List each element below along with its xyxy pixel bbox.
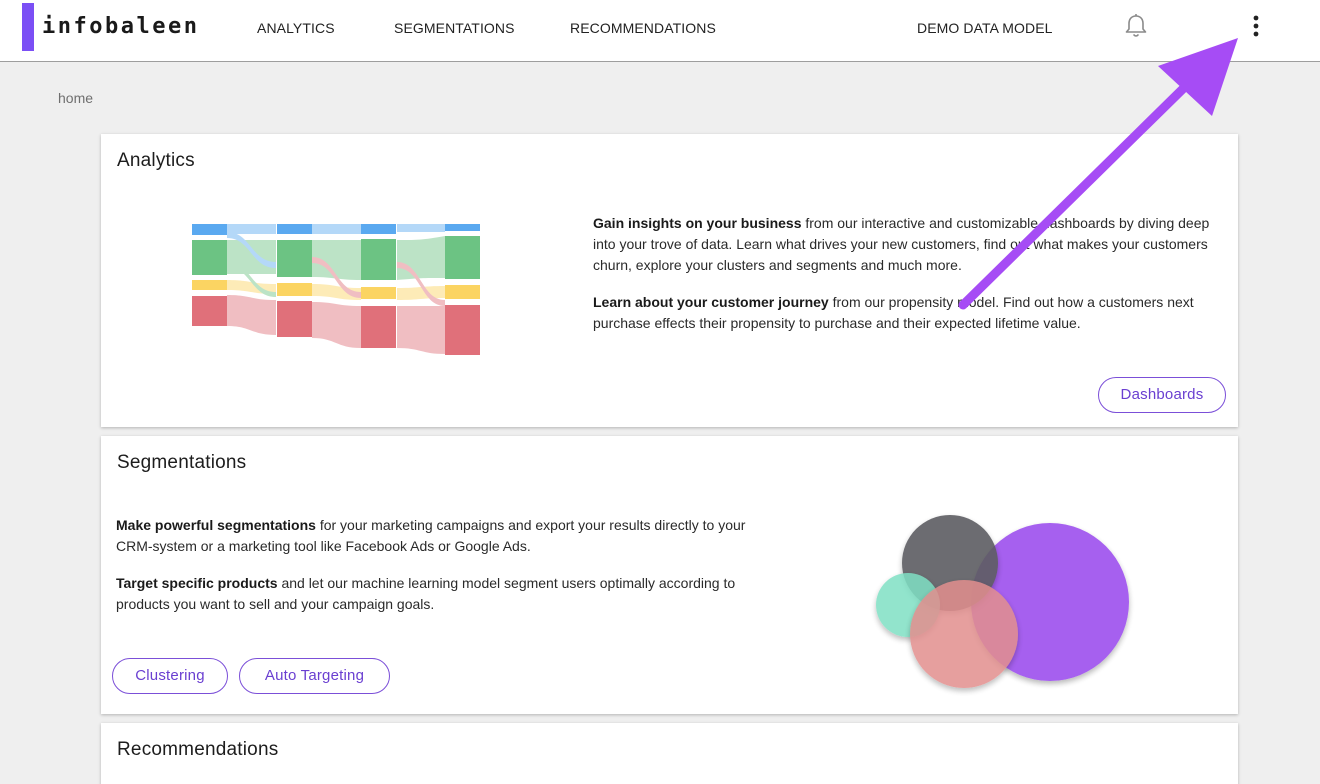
auto-targeting-button[interactable]: Auto Targeting xyxy=(239,658,390,694)
logo-accent-bar xyxy=(22,3,34,51)
segmentations-p1-bold: Make powerful segmentations xyxy=(116,517,316,533)
nav-segmentations[interactable]: SEGMENTATIONS xyxy=(394,20,515,36)
breadcrumb[interactable]: home xyxy=(58,90,93,106)
dashboards-button[interactable]: Dashboards xyxy=(1098,377,1226,413)
kebab-menu-icon[interactable] xyxy=(1246,14,1266,38)
bubble-illustration xyxy=(876,515,1129,688)
segmentations-card: Segmentations Make powerful segmentation… xyxy=(101,436,1238,714)
segmentations-description-1: Make powerful segmentations for your mar… xyxy=(116,515,756,557)
segmentations-description-2: Target specific products and let our mac… xyxy=(116,573,756,615)
analytics-card-title: Analytics xyxy=(117,150,195,171)
analytics-card: Analytics Gain insights on your business… xyxy=(101,134,1238,427)
top-app-bar: infobaleen ANALYTICS SEGMENTATIONS RECOM… xyxy=(0,0,1320,62)
brand-logo[interactable]: infobaleen xyxy=(42,14,199,39)
segmentations-card-title: Segmentations xyxy=(117,452,247,473)
analytics-description-2: Learn about your customer journey from o… xyxy=(593,292,1223,334)
nav-recommendations[interactable]: RECOMMENDATIONS xyxy=(570,20,716,36)
recommendations-card-title: Recommendations xyxy=(117,739,279,760)
nav-analytics[interactable]: ANALYTICS xyxy=(257,20,335,36)
analytics-p2-bold: Learn about your customer journey xyxy=(593,294,829,310)
segmentations-p2-bold: Target specific products xyxy=(116,575,278,591)
analytics-description-1: Gain insights on your business from our … xyxy=(593,213,1223,276)
clustering-button[interactable]: Clustering xyxy=(112,658,228,694)
sankey-illustration xyxy=(192,224,480,355)
analytics-p1-bold: Gain insights on your business xyxy=(593,215,802,231)
data-model-selector[interactable]: DEMO DATA MODEL xyxy=(917,20,1053,36)
bell-icon[interactable] xyxy=(1122,12,1150,40)
recommendations-card: Recommendations xyxy=(101,723,1238,784)
